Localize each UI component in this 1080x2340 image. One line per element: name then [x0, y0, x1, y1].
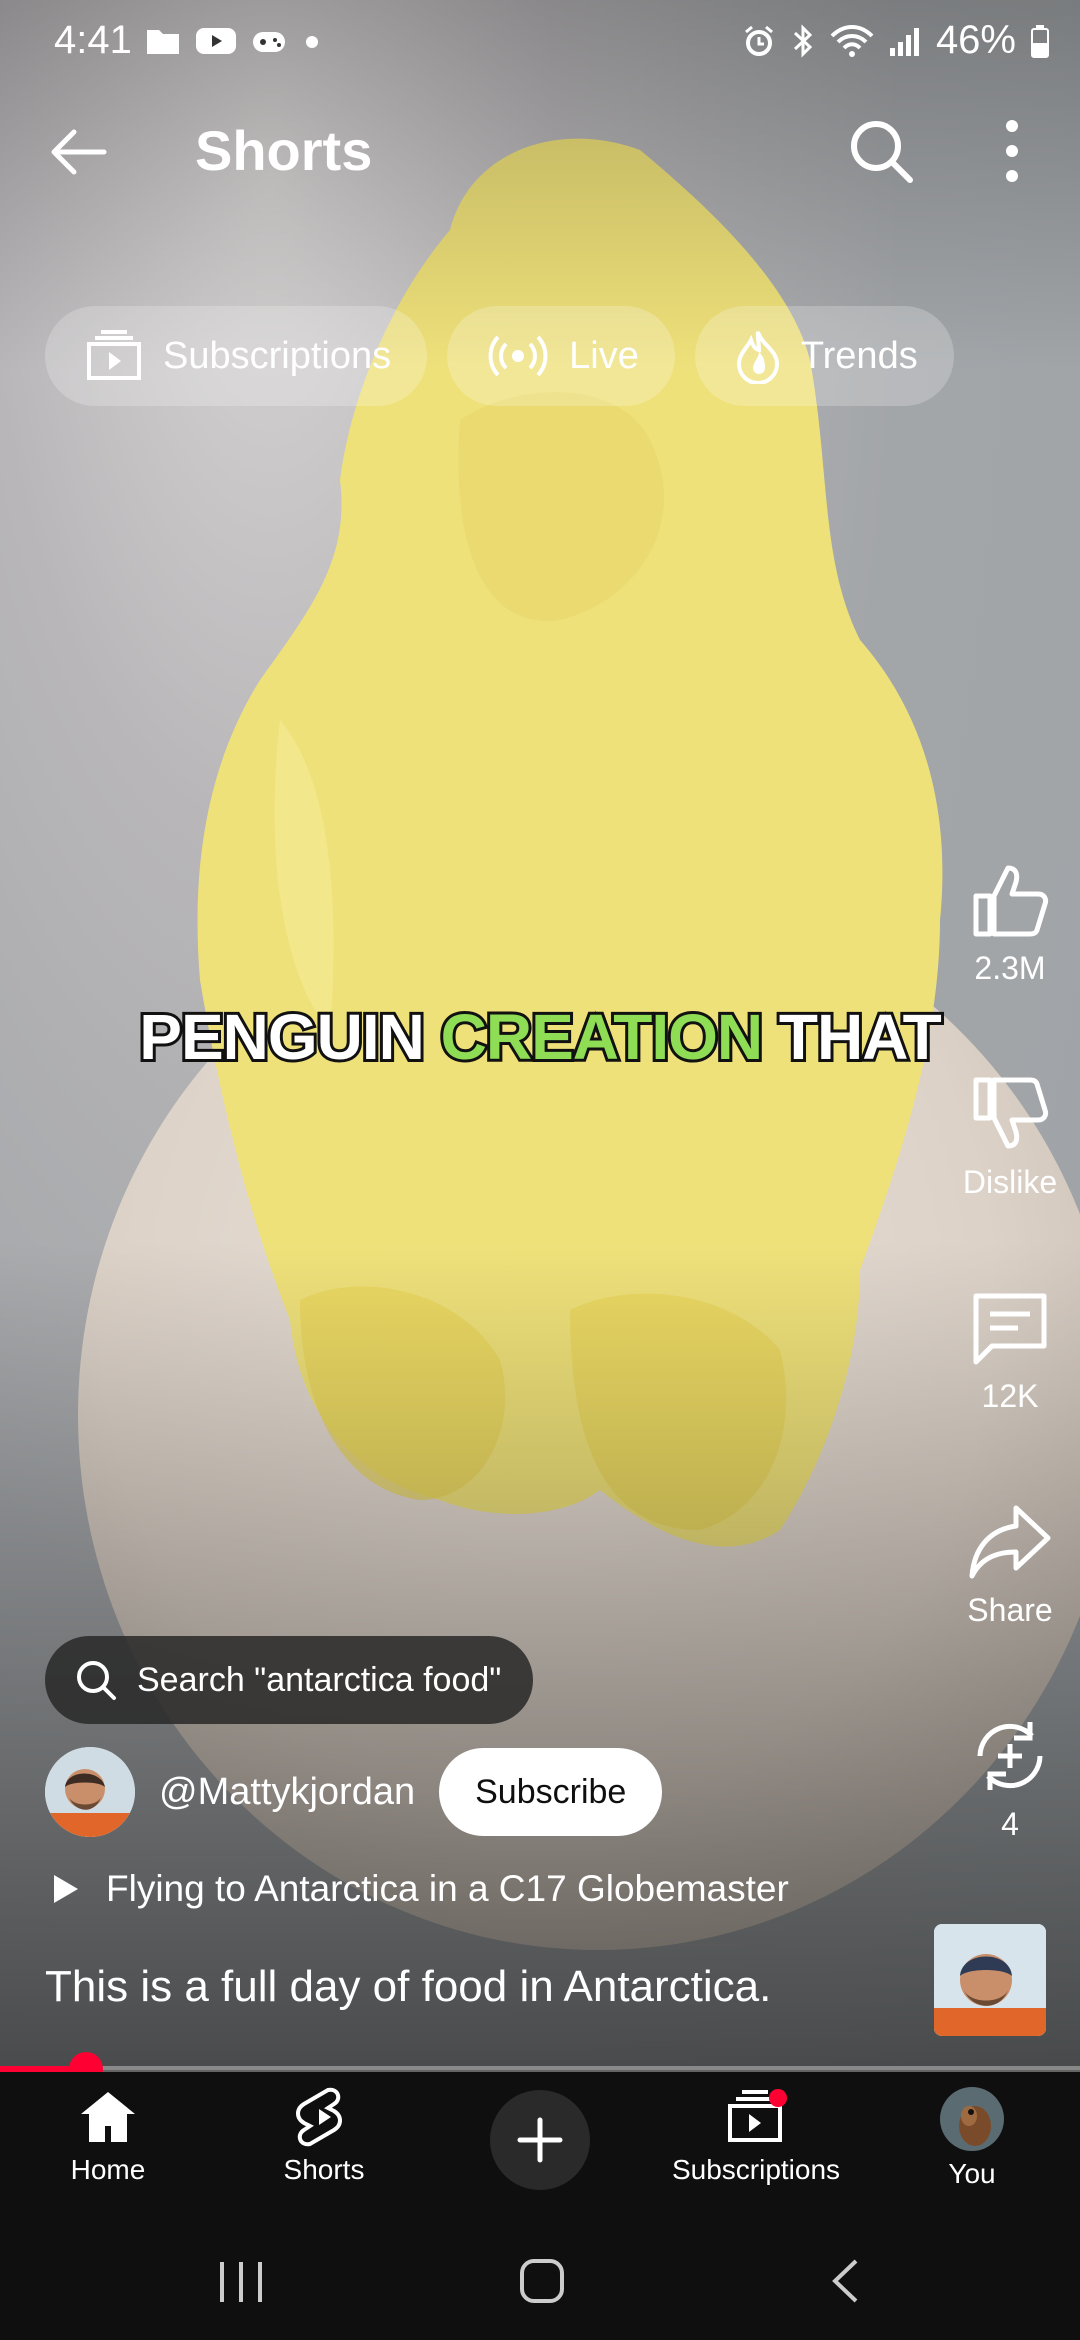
comments-button[interactable]: 12K: [940, 1288, 1080, 1415]
more-options-icon[interactable]: [992, 116, 1032, 186]
dot-icon: [306, 36, 318, 48]
notification-icons: [145, 26, 319, 56]
search-icon: [77, 1661, 116, 1700]
plus-icon: [517, 2117, 563, 2163]
video-caption: PENGUIN CREATION THAT: [0, 998, 1080, 1076]
bottom-navigation: Home Shorts Subscriptions You: [0, 2072, 1080, 2220]
channel-row: @Mattykjordan Subscribe: [45, 1747, 663, 1837]
nav-you[interactable]: You: [872, 2086, 1072, 2190]
chip-subscriptions[interactable]: Subscriptions: [45, 306, 428, 406]
remix-button[interactable]: 4: [940, 1716, 1080, 1843]
battery-percent: 46%: [935, 18, 1016, 62]
game-icon: [253, 32, 285, 52]
shorts-player-screen: 4:41 46% Shorts Subscriptions Live Trend…: [0, 0, 1080, 2340]
channel-avatar[interactable]: [45, 1747, 135, 1837]
thumbs-down-icon: [973, 1077, 1049, 1149]
folder-icon: [147, 30, 179, 54]
caption-word: PENGUIN: [136, 998, 428, 1076]
system-status-icons: 46%: [742, 18, 1050, 63]
recent-apps-icon[interactable]: [218, 2260, 264, 2304]
share-button[interactable]: Share: [940, 1502, 1080, 1629]
share-label: Share: [967, 1592, 1053, 1628]
avatar-image: [45, 1747, 135, 1837]
play-icon: [54, 1875, 78, 1903]
dislike-label: Dislike: [962, 1164, 1058, 1200]
nav-label: Shorts: [283, 2154, 365, 2185]
sound-thumbnail[interactable]: [934, 1924, 1046, 2036]
shorts-icon: [296, 2087, 342, 2147]
home-nav-icon[interactable]: [519, 2258, 565, 2304]
nav-label: You: [948, 2158, 996, 2189]
nav-subscriptions[interactable]: Subscriptions: [656, 2086, 856, 2186]
nav-label: Subscriptions: [671, 2154, 841, 2185]
back-arrow-icon[interactable]: [46, 120, 110, 184]
chip-label: Trends: [800, 334, 918, 377]
alarm-icon: [744, 25, 773, 56]
trends-icon: [736, 331, 779, 384]
shorts-header: Shorts: [0, 100, 1080, 210]
search-suggestion-text: Search "antarctica food": [137, 1660, 502, 1699]
subscribe-button[interactable]: Subscribe: [439, 1748, 663, 1836]
status-bar: 4:41 46%: [0, 0, 1080, 86]
search-suggestion-pill[interactable]: Search "antarctica food": [45, 1636, 534, 1724]
subscriptions-icon: [728, 2089, 787, 2142]
home-icon: [81, 2092, 135, 2142]
back-nav-icon[interactable]: [830, 2258, 860, 2304]
system-navigation-bar: [0, 2220, 1080, 2340]
status-time: 4:41: [54, 18, 132, 62]
like-count: 2.3M: [974, 950, 1046, 986]
chip-label: Subscriptions: [163, 334, 392, 377]
thumbs-up-icon: [973, 865, 1049, 937]
comment-icon: [973, 1293, 1047, 1365]
chip-live[interactable]: Live: [447, 306, 675, 406]
battery-icon: [1031, 24, 1049, 58]
filter-chips: Subscriptions Live Trends: [45, 306, 954, 406]
live-icon: [488, 335, 548, 377]
subscriptions-icon: [87, 330, 141, 380]
signal-icon: [889, 27, 919, 56]
video-description[interactable]: This is a full day of food in Antarctica…: [45, 1962, 771, 2012]
comment-count: 12K: [981, 1378, 1039, 1414]
caption-word: THAT: [776, 998, 945, 1076]
nav-home[interactable]: Home: [8, 2086, 208, 2186]
caption-word-highlight: CREATION: [438, 998, 766, 1076]
related-video-link[interactable]: Flying to Antarctica in a C17 Globemaste…: [52, 1868, 789, 1910]
wifi-icon: [830, 24, 874, 57]
related-video-title: Flying to Antarctica in a C17 Globemaste…: [106, 1868, 789, 1909]
chip-label: Live: [569, 334, 639, 377]
profile-avatar-icon: [940, 2087, 1004, 2151]
nav-label: Home: [70, 2154, 146, 2185]
search-icon[interactable]: [846, 116, 916, 186]
page-title: Shorts: [195, 119, 373, 182]
bluetooth-icon: [793, 23, 813, 58]
like-button[interactable]: 2.3M: [940, 860, 1080, 987]
remix-count: 4: [1001, 1806, 1019, 1842]
channel-handle[interactable]: @Mattykjordan: [159, 1771, 415, 1814]
share-icon: [969, 1505, 1051, 1579]
nav-shorts[interactable]: Shorts: [224, 2086, 424, 2186]
remix-icon: [977, 1722, 1043, 1790]
create-button[interactable]: [490, 2090, 590, 2190]
youtube-icon: [196, 28, 236, 54]
chip-trends[interactable]: Trends: [694, 306, 954, 406]
dislike-button[interactable]: Dislike: [940, 1074, 1080, 1201]
thumbnail-image: [934, 1924, 1046, 2036]
